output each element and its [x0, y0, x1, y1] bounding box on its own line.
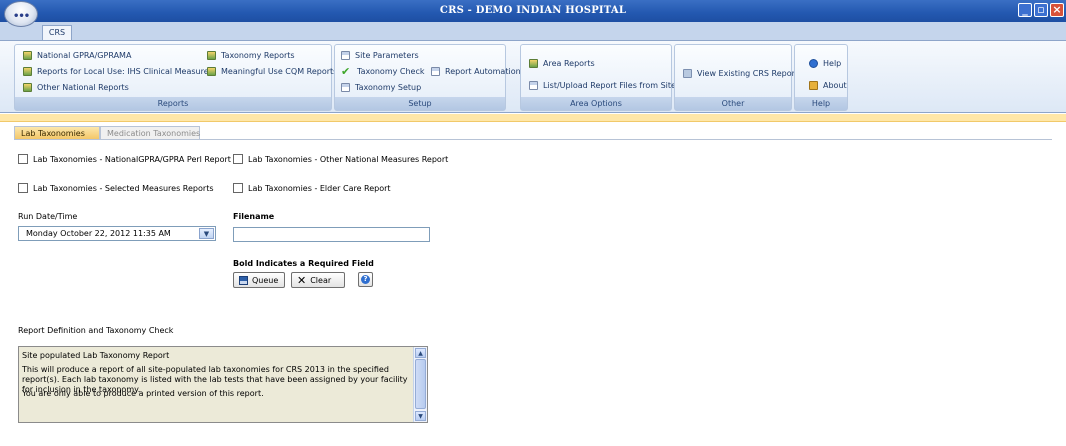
- report-icon: [529, 59, 538, 68]
- report-icon: [207, 51, 216, 60]
- help-button[interactable]: Help: [809, 59, 841, 68]
- national-gpra-button[interactable]: National GPRA/GPRAMA: [23, 51, 131, 60]
- tab-underline: [14, 139, 1052, 140]
- clear-button[interactable]: ✕ Clear: [291, 272, 345, 288]
- ribbon-group-label: Reports: [15, 97, 331, 110]
- about-button[interactable]: About: [809, 81, 847, 90]
- vertical-scrollbar[interactable]: ▲ ▼: [413, 347, 427, 422]
- restore-icon: ▫: [1037, 3, 1045, 16]
- list-upload-report-files-button[interactable]: List/Upload Report Files from Site: [529, 81, 676, 90]
- app-orb-icon: •••: [13, 11, 30, 22]
- ribbon-group-label: Setup: [335, 97, 505, 110]
- help-button-form[interactable]: ?: [358, 272, 373, 287]
- checkbox-box[interactable]: [18, 183, 28, 193]
- run-datetime-picker[interactable]: Monday October 22, 2012 11:35 AM ▼: [18, 226, 216, 241]
- grid-icon: [431, 67, 440, 76]
- ribbon-group-help: Help About Help: [794, 44, 848, 111]
- ribbon: National GPRA/GPRAMA Reports for Local U…: [0, 40, 1066, 113]
- ribbon-group-label: Area Options: [521, 97, 671, 110]
- tab-medication-taxonomies[interactable]: Medication Taxonomies: [100, 126, 200, 140]
- ribbon-tab-strip: CRS: [0, 22, 1066, 40]
- checkbox-label: Lab Taxonomies - NationalGPRA/GPRA Perl …: [33, 154, 231, 164]
- scroll-up-icon[interactable]: ▲: [415, 348, 426, 358]
- local-use-reports-button[interactable]: Reports for Local Use: IHS Clinical Meas…: [23, 67, 213, 76]
- required-field-note: Bold Indicates a Required Field: [233, 259, 374, 268]
- checkbox-label: Lab Taxonomies - Selected Measures Repor…: [33, 183, 214, 193]
- checkbox-box[interactable]: [233, 183, 243, 193]
- grid-icon: [341, 51, 350, 60]
- run-datetime-label: Run Date/Time: [18, 212, 78, 221]
- minimize-icon: _: [1022, 3, 1028, 16]
- checkbox-label: Lab Taxonomies - Elder Care Report: [248, 183, 391, 193]
- checkbox-selected-measures[interactable]: Lab Taxonomies - Selected Measures Repor…: [18, 183, 214, 193]
- view-existing-crs-reports-button[interactable]: View Existing CRS Reports: [683, 69, 802, 78]
- report-automation-button[interactable]: Report Automation: [431, 67, 521, 76]
- area-reports-button[interactable]: Area Reports: [529, 59, 595, 68]
- report-icon: [23, 51, 32, 60]
- ribbon-tab-crs[interactable]: CRS: [42, 25, 72, 40]
- help-icon: [809, 59, 818, 68]
- close-icon: ✕: [297, 273, 307, 287]
- checkbox-other-national-measures[interactable]: Lab Taxonomies - Other National Measures…: [233, 154, 448, 164]
- help-icon: ?: [361, 275, 370, 284]
- taxonomy-setup-button[interactable]: Taxonomy Setup: [341, 83, 421, 92]
- ribbon-group-reports: National GPRA/GPRAMA Reports for Local U…: [14, 44, 337, 111]
- taxonomy-reports-button[interactable]: Taxonomy Reports: [207, 51, 295, 60]
- chevron-down-icon[interactable]: ▼: [199, 228, 214, 239]
- content-header-band: [0, 114, 1066, 122]
- application-menu-button[interactable]: •••: [4, 1, 38, 27]
- taxonomy-check-button[interactable]: ✔ Taxonomy Check: [341, 65, 425, 78]
- report-icon: [23, 83, 32, 92]
- about-icon: [809, 81, 818, 90]
- ribbon-group-label: Other: [675, 97, 791, 110]
- title-bar: CRS - DEMO INDIAN HOSPITAL _ ▫ ×: [0, 0, 1066, 22]
- run-datetime-value: Monday October 22, 2012 11:35 AM: [26, 229, 171, 238]
- grid-icon: [341, 83, 350, 92]
- tab-lab-taxonomies[interactable]: Lab Taxonomies: [14, 126, 100, 140]
- report-icon: [207, 67, 216, 76]
- filename-label: Filename: [233, 212, 275, 221]
- checkbox-box[interactable]: [233, 154, 243, 164]
- definition-line: You are only able to produce a printed v…: [22, 389, 264, 398]
- queue-button[interactable]: Queue: [233, 272, 285, 288]
- report-definition-box[interactable]: Site populated Lab Taxonomy Report This …: [18, 346, 428, 423]
- window-title: CRS - DEMO INDIAN HOSPITAL: [439, 5, 627, 16]
- other-national-reports-button[interactable]: Other National Reports: [23, 83, 129, 92]
- grid-icon: [529, 81, 538, 90]
- save-icon: [239, 275, 248, 285]
- ribbon-group-label: Help: [795, 97, 847, 110]
- close-button[interactable]: ×: [1050, 3, 1064, 17]
- filename-input[interactable]: [233, 227, 430, 242]
- checkbox-gpra-perl-report[interactable]: Lab Taxonomies - NationalGPRA/GPRA Perl …: [18, 154, 231, 164]
- ribbon-group-setup: Site Parameters ✔ Taxonomy Check Taxonomy…: [334, 44, 521, 111]
- maximize-button[interactable]: ▫: [1034, 3, 1048, 17]
- minimize-button[interactable]: _: [1018, 3, 1032, 17]
- definition-label: Report Definition and Taxonomy Check: [18, 326, 174, 335]
- ribbon-group-area-options: Area Reports List/Upload Report Files fr…: [520, 44, 676, 111]
- checkbox-label: Lab Taxonomies - Other National Measures…: [248, 154, 449, 164]
- checkmark-icon: ✔: [341, 65, 351, 78]
- checkbox-box[interactable]: [18, 154, 28, 164]
- close-icon: ×: [1052, 3, 1062, 16]
- meaningful-use-cqm-button[interactable]: Meaningful Use CQM Reports: [207, 67, 337, 76]
- site-parameters-button[interactable]: Site Parameters: [341, 51, 419, 60]
- ribbon-group-other: View Existing CRS Reports Other: [674, 44, 802, 111]
- checkbox-elder-care[interactable]: Lab Taxonomies - Elder Care Report: [233, 183, 391, 193]
- report-icon: [23, 67, 32, 76]
- arrow-icon: [683, 69, 692, 78]
- scroll-down-icon[interactable]: ▼: [415, 411, 426, 421]
- scroll-thumb[interactable]: [415, 359, 426, 409]
- definition-line: Site populated Lab Taxonomy Report: [22, 351, 170, 360]
